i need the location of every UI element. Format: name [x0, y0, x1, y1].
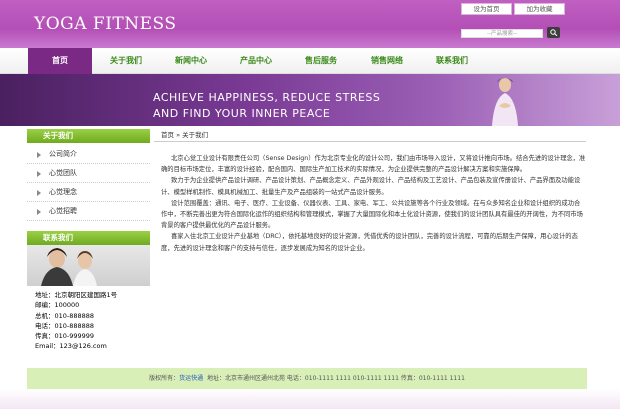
banner-line-1: ACHIEVE HAPPINESS, REDUCE STRESS: [153, 91, 381, 104]
main-nav: 首页 关于我们 新闻中心 产品中心 售后服务 销售网络 联系我们: [0, 48, 620, 74]
sidebar-item-jobs[interactable]: 心觉招聘: [27, 202, 150, 221]
article-body: 北京心觉工业设计有限责任公司（Sense Design）作为北京专业化的设计公司…: [161, 153, 586, 254]
site-logo[interactable]: YOGA FITNESS: [34, 14, 177, 34]
article-paragraph: 设计范围覆盖：通讯、电子、医疗、工业设备、仪器仪表、工具、家电、军工、公共设施等…: [161, 199, 583, 230]
footer-address: 地址：北京市通州区通州北苑 电话：010-1111 1111 010-1111 …: [206, 375, 465, 382]
set-home-button[interactable]: 设为首页: [461, 3, 512, 15]
nav-news[interactable]: 新闻中心: [161, 48, 221, 74]
sidebar-item-profile[interactable]: 公司简介: [27, 145, 150, 164]
search-button[interactable]: [547, 27, 560, 38]
breadcrumb-divider: [154, 141, 586, 142]
arrow-right-icon: [37, 190, 41, 196]
arrow-right-icon: [37, 152, 41, 158]
nav-sales[interactable]: 销售网络: [357, 48, 417, 74]
contact-phone: 电话：010-888888: [35, 321, 95, 330]
contact-postcode: 邮编：100000: [35, 301, 80, 310]
search-icon: [550, 29, 558, 36]
page-bottom-band: [0, 389, 620, 409]
contact-address: 地址：北京朝阳区建国路1号: [35, 291, 118, 299]
about-section-title: 关于我们: [27, 129, 150, 143]
sidebar-item-philosophy[interactable]: 心觉理念: [27, 183, 150, 202]
contact-email: Email：123@126.com: [35, 342, 107, 351]
nav-service[interactable]: 售后服务: [291, 48, 351, 74]
contact-info: 地址：北京朝阳区建国路1号 邮编：100000 总机：010-888888 电话…: [35, 290, 117, 352]
footer-link[interactable]: 货运快通: [179, 375, 203, 382]
contact-switchboard: 总机：010-888888: [35, 311, 95, 320]
sidebar-item-team[interactable]: 心觉团队: [27, 164, 150, 183]
yoga-woman-image: [492, 78, 518, 126]
contact-photo: [27, 245, 150, 286]
add-favorite-button[interactable]: 加为收藏: [514, 3, 565, 15]
footer: 版权所有：货运快通 地址：北京市通州区通州北苑 电话：010-1111 1111…: [27, 368, 587, 389]
article-paragraph: 北京心觉工业设计有限责任公司（Sense Design）作为北京专业化的设计公司…: [161, 155, 586, 174]
header: YOGA FITNESS 设为首页 加为收藏 --产品搜索--: [0, 0, 620, 48]
contact-section-title: 联系我们: [27, 231, 150, 245]
nav-home[interactable]: 首页: [28, 48, 92, 74]
article-paragraph: 致力于为企业提供产品设计调研、产品设计策划、产品概念定义、产品外观设计、产品结构…: [161, 177, 581, 196]
nav-contact[interactable]: 联系我们: [422, 48, 482, 74]
contact-fax: 传真：010-999999: [35, 332, 95, 341]
search-input[interactable]: --产品搜索--: [461, 29, 543, 38]
nav-products[interactable]: 产品中心: [226, 48, 286, 74]
nav-about[interactable]: 关于我们: [96, 48, 156, 74]
banner-line-2: AND FIND YOUR INNER PEACE: [153, 107, 331, 120]
arrow-right-icon: [37, 171, 41, 177]
hero-banner: ACHIEVE HAPPINESS, REDUCE STRESS AND FIN…: [0, 74, 620, 126]
arrow-right-icon: [37, 209, 41, 215]
footer-copyright: 版权所有：: [149, 375, 180, 382]
breadcrumb[interactable]: 首页 » 关于我们: [161, 129, 208, 139]
about-menu: 公司简介 心觉团队 心觉理念 心觉招聘: [27, 145, 150, 221]
article-paragraph: 喜家入住北京工业设计产业基地（DRC），依托基地良好的设计资源，凭借优秀的设计团…: [161, 233, 578, 252]
